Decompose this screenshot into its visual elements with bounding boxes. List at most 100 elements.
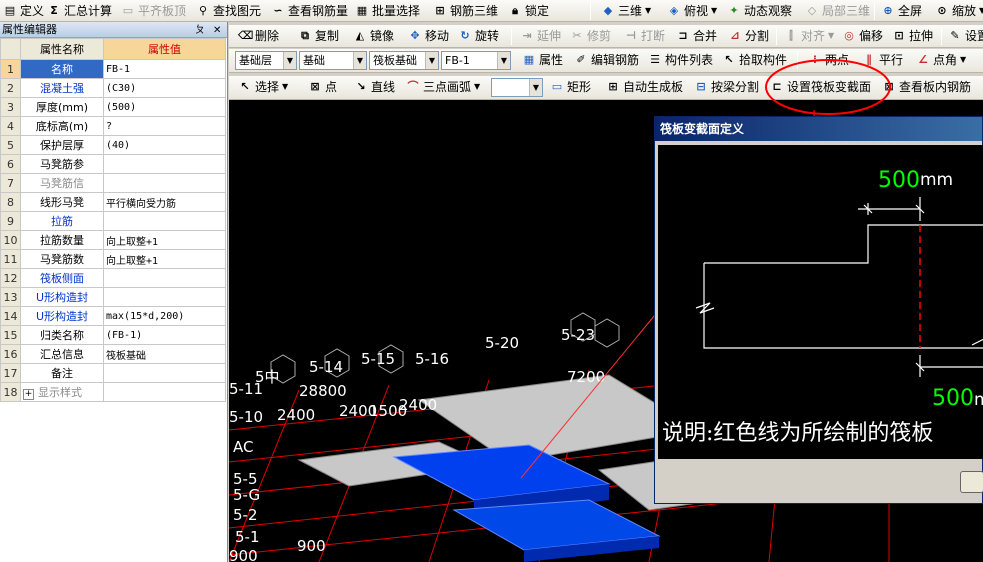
batch-select-button[interactable]: ▦ 批量选择 — [352, 2, 423, 20]
close-icon[interactable]: ✕ — [213, 23, 221, 39]
property-row[interactable]: 5 保护层厚 (40) — [0, 135, 226, 155]
dynamic-observe-button[interactable]: ✦ 动态观察 — [724, 2, 795, 20]
split-button[interactable]: ⊿ 分割 — [725, 27, 772, 45]
property-value[interactable] — [103, 287, 226, 307]
rebar-icon: ∽ — [273, 4, 283, 17]
move-button[interactable]: ✥ 移动 — [405, 27, 452, 45]
zoom-button[interactable]: ⊙缩放▼ — [932, 2, 983, 20]
property-row[interactable]: 16 汇总信息 筏板基础 — [0, 344, 226, 364]
delete-button[interactable]: ⌫ 删除 — [235, 27, 282, 45]
property-row[interactable]: 7 马凳筋信 — [0, 173, 226, 193]
property-value[interactable]: max(15*d,200) — [103, 306, 226, 326]
property-row[interactable]: 15 归类名称 (FB-1) — [0, 325, 226, 345]
select-button[interactable]: ↖ 选择 ▼ — [235, 78, 291, 96]
property-value[interactable]: (40) — [103, 135, 226, 155]
top-view-button[interactable]: ◈ 俯视 ▼ — [664, 2, 720, 20]
property-row[interactable]: 13 U形构造封 — [0, 287, 226, 307]
property-value[interactable]: (C30) — [103, 78, 226, 98]
split-by-beam-button[interactable]: ⊟ 按梁分割 — [691, 78, 762, 96]
component-list-button[interactable]: ☰ 构件列表 — [645, 51, 716, 69]
view-slab-rebar-button[interactable]: ⊠ 查看板内钢筋 — [879, 78, 974, 96]
pick-component-button[interactable]: ↖ 拾取构件 — [719, 51, 790, 69]
property-value[interactable]: FB-1 — [103, 59, 226, 79]
property-value[interactable] — [103, 211, 226, 231]
column-header-name: 属性名称 — [20, 38, 104, 60]
move-icon: ✥ — [410, 29, 420, 42]
row-number: 18 — [0, 382, 21, 402]
type-select[interactable]: 筏板基础 ▼ — [369, 51, 439, 70]
property-table: 属性名称 属性值 1 名称 FB-1 2 混凝土强 (C30) 3 厚度(mm) (500) 4 底… — [0, 38, 226, 402]
property-row[interactable]: 4 底标高(m)? — [0, 116, 226, 136]
property-row[interactable]: 14 U形构造封 max(15*d,200) — [0, 306, 226, 326]
find-element-button[interactable]: ⚲ 查找图元 — [193, 2, 264, 20]
arc-button[interactable]: ⌒ 三点画弧 ▼ — [403, 78, 483, 96]
property-row[interactable]: 6 马凳筋参 — [0, 154, 226, 174]
auto-generate-button[interactable]: ⊞ 自动生成板 — [603, 78, 686, 96]
property-row[interactable]: 17 备注 — [0, 363, 226, 383]
property-row[interactable]: 11 马凳筋数 向上取整+1 — [0, 249, 226, 269]
rect-button[interactable]: ▭ 矩形 — [547, 78, 594, 96]
property-value[interactable]: 平行横向受力筋 — [103, 192, 226, 212]
ok-button[interactable] — [960, 471, 983, 493]
rebar-3d-button[interactable]: ⊞ 钢筋三维 — [430, 2, 501, 20]
arc-mode-select[interactable]: ▼ — [491, 78, 543, 97]
line-button[interactable]: ↘ 直线 — [351, 78, 398, 96]
merge-button[interactable]: ⊐ 合并 — [673, 27, 720, 45]
view-3d-button[interactable]: ◆ 三维 ▼ — [598, 2, 654, 20]
property-value[interactable]: ? — [103, 116, 226, 136]
extend-button[interactable]: ⇥ 延伸 — [517, 27, 564, 45]
property-row[interactable]: 9 拉筋 — [0, 211, 226, 231]
define-button[interactable]: ▤ 定义 — [0, 2, 47, 20]
two-points-button[interactable]: ⁞ 两点 — [805, 51, 852, 69]
component-select[interactable]: FB-1 ▼ — [441, 51, 511, 70]
parallel-button[interactable]: ∥ 平行 — [859, 51, 906, 69]
properties-button[interactable]: ▦ 属性 — [519, 51, 566, 69]
property-row[interactable]: 8 线形马凳 平行横向受力筋 — [0, 192, 226, 212]
property-value[interactable] — [103, 382, 226, 402]
offset-button[interactable]: ◎ 偏移 — [839, 27, 886, 45]
property-row[interactable]: 3 厚度(mm) (500) — [0, 97, 226, 117]
edit-rebar-button[interactable]: ✐ 编辑钢筋 — [571, 51, 642, 69]
fullscreen-button[interactable]: ⊕ 全屏 — [878, 2, 925, 20]
offset-icon: ◎ — [844, 29, 854, 42]
point-button[interactable]: ⊠ 点 — [305, 78, 340, 96]
point-angle-button[interactable]: ∠ 点角 ▼ — [913, 51, 969, 69]
flush-top-button[interactable]: ▭ 平齐板顶 — [118, 2, 189, 20]
canvas-label: 5-20 — [485, 334, 519, 352]
rotate-button[interactable]: ↻ 旋转 — [455, 27, 502, 45]
property-value[interactable]: 向上取整+1 — [103, 230, 226, 250]
blue-raft-slab[interactable] — [392, 444, 661, 562]
summary-button[interactable]: Σ 汇总计算 — [44, 2, 115, 20]
property-value[interactable]: (FB-1) — [103, 325, 226, 345]
property-value[interactable]: 筏板基础 — [103, 344, 226, 364]
pin-icon[interactable]: ㄆ — [195, 23, 205, 39]
copy-button[interactable]: ⧉ 复制 — [295, 27, 342, 45]
category-select[interactable]: 基础 ▼ — [299, 51, 367, 70]
property-value[interactable]: 向上取整+1 — [103, 249, 226, 269]
parallel-icon: ∥ — [866, 53, 872, 66]
mirror-button[interactable]: ◭ 镜像 — [350, 27, 397, 45]
align-button[interactable]: ⫿ 对齐 ▼ — [781, 27, 837, 45]
layer-select[interactable]: 基础层 ▼ — [235, 51, 297, 70]
expand-icon[interactable]: + — [23, 389, 34, 400]
property-row[interactable]: 10 拉筋数量 向上取整+1 — [0, 230, 226, 250]
property-row[interactable]: 12 筏板侧面 — [0, 268, 226, 288]
property-name-text: 马凳筋信 — [40, 177, 84, 190]
view-rebar-button[interactable]: ∽ 查看钢筋量 — [268, 2, 351, 20]
property-value[interactable] — [103, 363, 226, 383]
property-name: 马凳筋信 — [20, 173, 104, 193]
property-row[interactable]: 18 + 显示样式 — [0, 382, 226, 402]
break-button[interactable]: ⊣ 打断 — [621, 27, 668, 45]
property-row[interactable]: 2 混凝土强 (C30) — [0, 78, 226, 98]
property-value[interactable] — [103, 173, 226, 193]
settings-button[interactable]: ✎设置 — [945, 27, 983, 45]
local-3d-button[interactable]: ◇ 局部三维 — [802, 2, 873, 20]
set-section-button[interactable]: ⊏ 设置筏板变截面 — [767, 78, 874, 96]
property-value[interactable]: (500) — [103, 97, 226, 117]
property-value[interactable] — [103, 154, 226, 174]
property-value[interactable] — [103, 268, 226, 288]
stretch-button[interactable]: ⊡ 拉伸 — [889, 27, 936, 45]
property-row[interactable]: 1 名称 FB-1 — [0, 59, 226, 79]
lock-button[interactable]: 🔒︎ 锁定 — [505, 2, 552, 20]
trim-button[interactable]: ✂ 修剪 — [567, 27, 614, 45]
